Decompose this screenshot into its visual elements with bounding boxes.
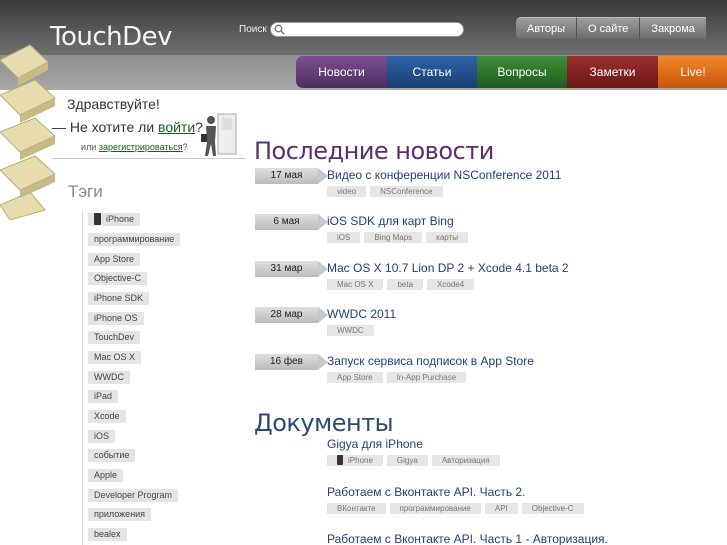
search-label: Поиск: [239, 24, 267, 35]
tag-item[interactable]: Xcode: [88, 410, 126, 423]
tag-item[interactable]: приложения: [88, 508, 152, 521]
divider: [52, 158, 245, 159]
document-item: Работаем с Вконтакте API. Часть 2. ВКонт…: [327, 485, 584, 514]
register-prefix: или: [81, 142, 99, 152]
document-title-link[interactable]: Работаем с Вконтакте API. Часть 2.: [327, 485, 584, 499]
news-title-link[interactable]: WWDC 2011: [327, 307, 396, 321]
document-title-link[interactable]: Gigya для iPhone: [327, 437, 500, 451]
news-tag[interactable]: Mac OS X: [327, 279, 384, 290]
tags-list: iPhone программирование App Store Object…: [82, 210, 254, 545]
document-tags: iPhone Gigya Авторизация: [327, 455, 500, 466]
tag-item[interactable]: iOS: [88, 430, 116, 443]
news-date: 6 мая: [255, 214, 328, 230]
login-link[interactable]: войти: [158, 119, 195, 135]
news-tag[interactable]: App Store: [327, 372, 383, 383]
news-title-link[interactable]: Видео с конференции NSConference 2011: [327, 168, 561, 182]
register-link[interactable]: зарегистрироваться: [99, 142, 183, 152]
tag-item[interactable]: iPhone SDK: [88, 292, 150, 305]
news-tags: Mac OS X beta Xcode4: [327, 279, 475, 290]
news-date: 31 мар: [255, 261, 328, 277]
tag-item[interactable]: Apple: [88, 469, 124, 482]
news-tag[interactable]: NSConference: [370, 186, 443, 197]
search-input[interactable]: [270, 22, 464, 37]
news-tag[interactable]: iOS: [327, 232, 361, 243]
document-tag[interactable]: программирование: [389, 503, 481, 514]
iphone-icon: [94, 212, 101, 225]
login-prefix: — Не хотите ли: [52, 119, 159, 135]
keyboard-keys-decoration: [0, 44, 56, 220]
news-date: 28 мар: [255, 307, 328, 323]
news-tag[interactable]: карты: [426, 232, 468, 243]
document-tag[interactable]: iPhone: [327, 455, 383, 466]
document-tag[interactable]: API: [484, 503, 518, 514]
tab-live[interactable]: Live!: [658, 56, 727, 88]
document-item: Gigya для iPhone iPhone Gigya Авторизаци…: [327, 437, 500, 466]
document-tag[interactable]: Gigya: [386, 455, 428, 466]
register-prompt: или зарегистрироваться?: [81, 142, 188, 152]
news-tag[interactable]: video: [327, 186, 367, 197]
tag-item[interactable]: iPhone: [88, 212, 141, 226]
top-links: Авторы О сайте Закрома: [516, 17, 706, 39]
tab-articles[interactable]: Статьи: [387, 56, 477, 88]
news-tags: App Store In-App Purchase: [327, 372, 467, 383]
news-date: 17 мая: [255, 168, 328, 184]
document-item: Работаем с Вконтакте API. Часть 1 - Авто…: [327, 532, 608, 545]
tag-item[interactable]: App Store: [88, 253, 141, 266]
news-tag[interactable]: beta: [387, 279, 424, 290]
tab-notes[interactable]: Заметки: [567, 56, 658, 88]
news-tags: iOS Bing Maps карты: [327, 232, 468, 243]
news-tags: WWDC: [327, 325, 374, 336]
news-title-link[interactable]: iOS SDK для карт Bing: [327, 214, 454, 228]
news-title-link[interactable]: Mac OS X 10.7 Lion DP 2 + Xcode 4.1 beta…: [327, 261, 569, 275]
document-tag[interactable]: Objective-C: [521, 503, 584, 514]
site-logo[interactable]: TouchDev: [50, 22, 173, 52]
tag-item[interactable]: iPad: [88, 390, 119, 403]
greeting: Здравствуйте!: [67, 96, 160, 112]
document-tag[interactable]: ВКонтакте: [327, 503, 386, 514]
document-title-link[interactable]: Работаем с Вконтакте API. Часть 1 - Авто…: [327, 532, 608, 545]
tab-questions[interactable]: Вопросы: [477, 56, 567, 88]
document-tag[interactable]: Авторизация: [431, 455, 500, 466]
tag-item[interactable]: программирование: [88, 233, 181, 246]
news-tag[interactable]: WWDC: [327, 325, 374, 336]
news-tags: video NSConference: [327, 186, 443, 197]
tag-item[interactable]: событие: [88, 449, 136, 462]
tag-item[interactable]: Mac OS X: [88, 351, 142, 364]
tag-item[interactable]: TouchDev: [88, 331, 141, 344]
about-link[interactable]: О сайте: [576, 17, 640, 39]
tag-item[interactable]: Objective-C: [88, 272, 148, 285]
tag-item[interactable]: bealex: [88, 528, 127, 541]
news-tag[interactable]: Xcode4: [427, 279, 475, 290]
register-suffix: ?: [182, 142, 188, 152]
archive-link[interactable]: Закрома: [639, 17, 706, 39]
news-date: 16 фев: [255, 354, 328, 370]
tag-item[interactable]: Developer Program: [88, 489, 179, 502]
document-tags: ВКонтакте программирование API Objective…: [327, 503, 584, 514]
tag-item[interactable]: iPhone OS: [88, 312, 144, 325]
tab-news[interactable]: Новости: [296, 56, 387, 88]
documents-heading: Документы: [254, 409, 394, 437]
tags-title: Тэги: [68, 182, 103, 201]
tag-item[interactable]: WWDC: [88, 371, 130, 384]
news-tag[interactable]: Bing Maps: [364, 232, 423, 243]
authors-link[interactable]: Авторы: [516, 17, 576, 39]
login-prompt: — Не хотите ли войти?: [52, 119, 203, 135]
news-heading: Последние новости: [254, 137, 494, 165]
news-tag[interactable]: In-App Purchase: [386, 372, 467, 383]
news-title-link[interactable]: Запуск сервиса подписок в App Store: [327, 354, 534, 368]
search-icon: [274, 24, 285, 35]
main-nav: Новости Статьи Вопросы Заметки Live!: [296, 56, 727, 88]
iphone-icon: [337, 455, 343, 466]
person-at-door-illustration: [201, 113, 237, 156]
